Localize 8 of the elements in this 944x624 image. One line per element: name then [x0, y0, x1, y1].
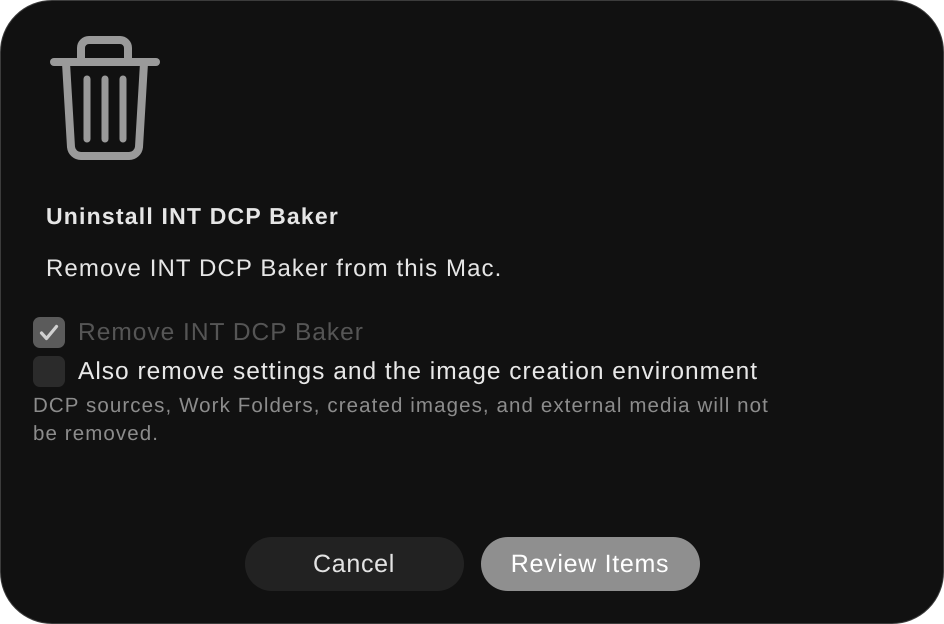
note-text: DCP sources, Work Folders, created images, and external media will not be removed.: [33, 393, 770, 447]
trash-icon: [50, 35, 160, 161]
dialog-message: Remove INT DCP Baker from this Mac.: [46, 254, 504, 284]
checkbox-label[interactable]: Also remove settings and the image creation environment: [78, 356, 758, 387]
cancel-button[interactable]: Cancel: [244, 537, 464, 591]
checkbox[interactable]: [33, 356, 65, 387]
checkmark-icon: [39, 324, 59, 341]
dialog-title: Uninstall INT DCP Baker: [46, 202, 340, 230]
